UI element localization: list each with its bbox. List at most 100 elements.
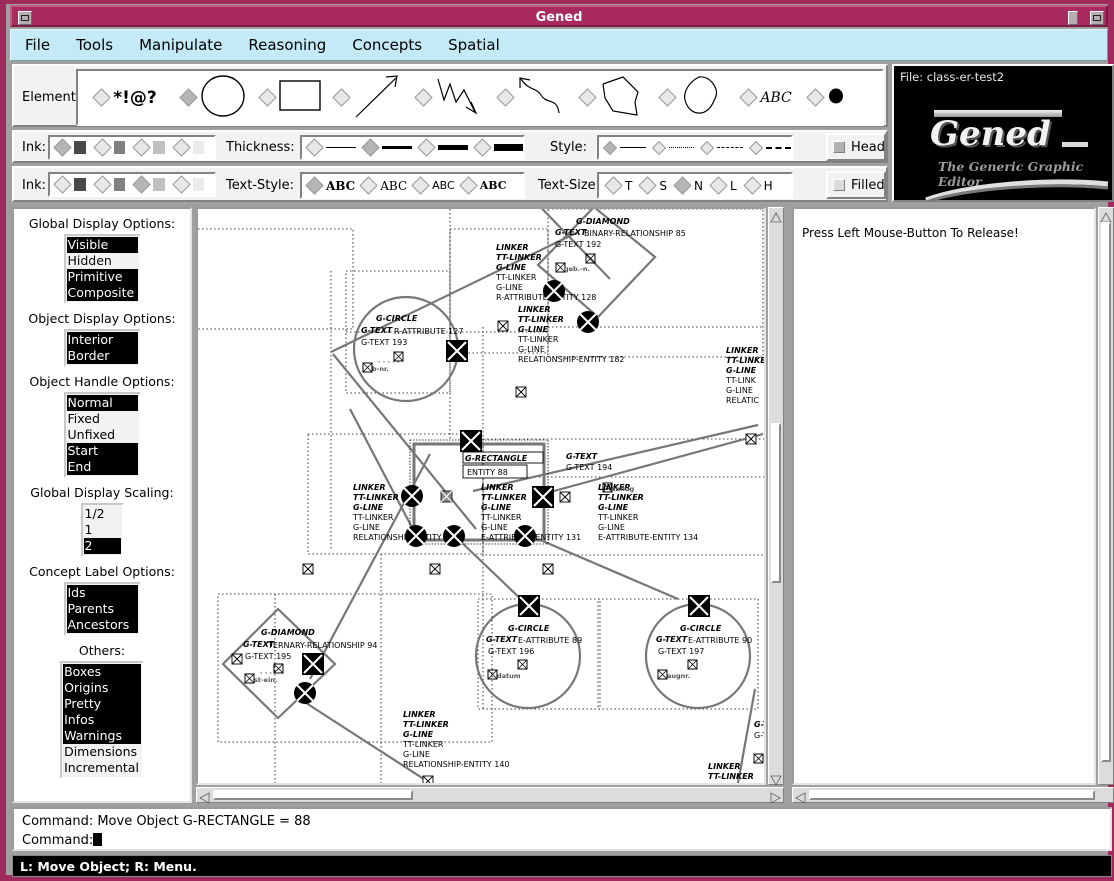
radio-diamond-icon[interactable] <box>638 176 658 195</box>
info-panel[interactable]: Press Left Mouse-Button To Release! <box>792 207 1096 785</box>
minimize-icon[interactable] <box>18 11 32 25</box>
option-hidden[interactable]: Hidden <box>67 253 138 269</box>
radio-diamond-icon[interactable] <box>332 88 351 107</box>
menu-reasoning[interactable]: Reasoning <box>248 36 326 54</box>
scroll-left-arrow-icon[interactable] <box>198 789 210 804</box>
scroll-right-arrow-icon[interactable] <box>770 789 782 804</box>
radio-diamond-icon[interactable] <box>258 88 277 107</box>
option-primitive[interactable]: Primitive <box>66 269 138 285</box>
thickness-4-icon[interactable] <box>494 144 523 151</box>
maximize-icon[interactable] <box>1090 11 1104 25</box>
restore-icon[interactable] <box>1068 11 1078 25</box>
ink-swatch-light[interactable] <box>153 178 165 191</box>
element-option-filled-dot[interactable] <box>802 69 852 126</box>
radio-diamond-icon[interactable] <box>92 138 112 157</box>
radio-diamond-icon[interactable] <box>673 176 692 195</box>
option-boxes[interactable]: Boxes <box>63 664 141 680</box>
radio-diamond-icon[interactable] <box>411 176 430 195</box>
radio-diamond-icon[interactable] <box>53 138 72 157</box>
radio-diamond-icon[interactable] <box>305 138 324 157</box>
option-incremental[interactable]: Incremental <box>63 760 141 776</box>
element-option-spline-arrow[interactable] <box>490 69 572 126</box>
checkbox-icon[interactable] <box>833 179 845 191</box>
ink-swatch-mid[interactable] <box>113 178 125 191</box>
text-size-s[interactable]: S <box>659 179 667 193</box>
thickness-3-icon[interactable] <box>438 145 469 150</box>
object-display-options-list[interactable]: Interior Border <box>63 329 141 367</box>
option-origins[interactable]: Origins <box>63 680 141 696</box>
radio-diamond-icon[interactable] <box>132 175 151 194</box>
scroll-down-arrow-icon[interactable] <box>770 771 782 786</box>
options-sidebar[interactable]: Global Display Options: Visible Hidden P… <box>12 207 192 803</box>
radio-diamond-icon[interactable] <box>709 176 728 195</box>
element-option-rectangle[interactable] <box>254 69 328 126</box>
option-start[interactable]: Start <box>66 443 138 459</box>
others-options-list[interactable]: Boxes Origins Pretty Infos Warnings Dime… <box>60 661 144 779</box>
canvas-vertical-scrollbar[interactable] <box>768 207 784 786</box>
option-fixed[interactable]: Fixed <box>67 411 138 427</box>
option-visible[interactable]: Visible <box>66 237 138 253</box>
radio-diamond-icon[interactable] <box>806 88 825 107</box>
drawing-canvas[interactable]: G-CIRCLE G-TEXT R-ATTRIBUTE 127 G-TEXT 1… <box>196 207 766 785</box>
menu-concepts[interactable]: Concepts <box>352 36 422 54</box>
info-vertical-scrollbar[interactable] <box>1098 207 1114 785</box>
global-display-scaling-list[interactable]: 1/2 1 2 <box>80 503 124 557</box>
menu-tools[interactable]: Tools <box>76 36 113 54</box>
radio-diamond-icon[interactable] <box>132 138 151 157</box>
radio-diamond-icon[interactable] <box>578 88 597 107</box>
element-option-polyline-arrow[interactable] <box>408 69 490 126</box>
radio-diamond-icon[interactable] <box>171 175 191 194</box>
style-dashed-icon[interactable] <box>765 146 791 149</box>
menu-spatial[interactable]: Spatial <box>448 36 500 54</box>
radio-diamond-icon[interactable] <box>604 176 623 195</box>
radio-diamond-icon[interactable] <box>651 140 666 155</box>
radio-diamond-icon[interactable] <box>473 138 493 157</box>
option-dimensions[interactable]: Dimensions <box>63 744 141 760</box>
ink-swatch-dark[interactable] <box>74 178 86 191</box>
radio-diamond-icon[interactable] <box>361 138 380 157</box>
text-style-sans[interactable]: ABC <box>432 179 455 192</box>
option-interior[interactable]: Interior <box>66 332 138 348</box>
element-option-text-glyph[interactable]: *!@? <box>78 69 174 126</box>
text-size-l[interactable]: L <box>730 179 737 193</box>
element-option-blob[interactable] <box>652 69 732 126</box>
radio-diamond-icon[interactable] <box>171 138 191 157</box>
radio-diamond-icon[interactable] <box>305 176 324 195</box>
radio-diamond-icon[interactable] <box>179 88 198 107</box>
radio-diamond-icon[interactable] <box>53 175 72 194</box>
radio-diamond-icon[interactable] <box>739 88 759 107</box>
scroll-thumb[interactable] <box>771 423 781 583</box>
option-ids[interactable]: Ids <box>66 585 138 601</box>
text-style-bold[interactable]: ABC <box>480 179 507 192</box>
command-area[interactable]: Command: Move Object G-RECTANGLE = 88 Co… <box>12 807 1112 851</box>
thickness-1-icon[interactable] <box>326 147 357 148</box>
style-solid-icon[interactable] <box>620 147 646 148</box>
radio-diamond-icon[interactable] <box>417 138 436 157</box>
radio-diamond-icon[interactable] <box>699 140 715 155</box>
ink-swatch-light[interactable] <box>153 141 165 154</box>
element-option-circle[interactable] <box>174 69 254 126</box>
element-option-arrow-line[interactable] <box>328 69 408 126</box>
element-option-polygon[interactable] <box>572 69 652 126</box>
ink-swatch-dark[interactable] <box>74 141 86 154</box>
thickness-2-icon[interactable] <box>382 146 413 149</box>
option-half[interactable]: 1/2 <box>84 506 121 522</box>
option-end[interactable]: End <box>66 459 138 475</box>
text-size-n[interactable]: N <box>694 179 703 193</box>
canvas-horizontal-scrollbar[interactable] <box>196 787 784 804</box>
text-size-t[interactable]: T <box>625 179 632 193</box>
style-dashed-fine-icon[interactable] <box>717 147 743 148</box>
option-pretty[interactable]: Pretty <box>63 696 141 712</box>
radio-diamond-icon[interactable] <box>92 88 111 107</box>
canvas-svg[interactable]: G-CIRCLE G-TEXT R-ATTRIBUTE 127 G-TEXT 1… <box>198 209 764 783</box>
scroll-up-arrow-icon[interactable] <box>770 209 782 223</box>
option-composite[interactable]: Composite <box>66 285 138 301</box>
scroll-thumb[interactable] <box>1101 222 1111 762</box>
option-border[interactable]: Border <box>66 348 138 364</box>
option-parents[interactable]: Parents <box>66 601 138 617</box>
command-prompt-line[interactable]: Command: <box>22 833 103 848</box>
option-ancestors[interactable]: Ancestors <box>66 617 138 633</box>
global-display-options-list[interactable]: Visible Hidden Primitive Composite <box>63 234 141 304</box>
option-normal[interactable]: Normal <box>66 395 138 411</box>
menu-file[interactable]: File <box>25 36 50 54</box>
